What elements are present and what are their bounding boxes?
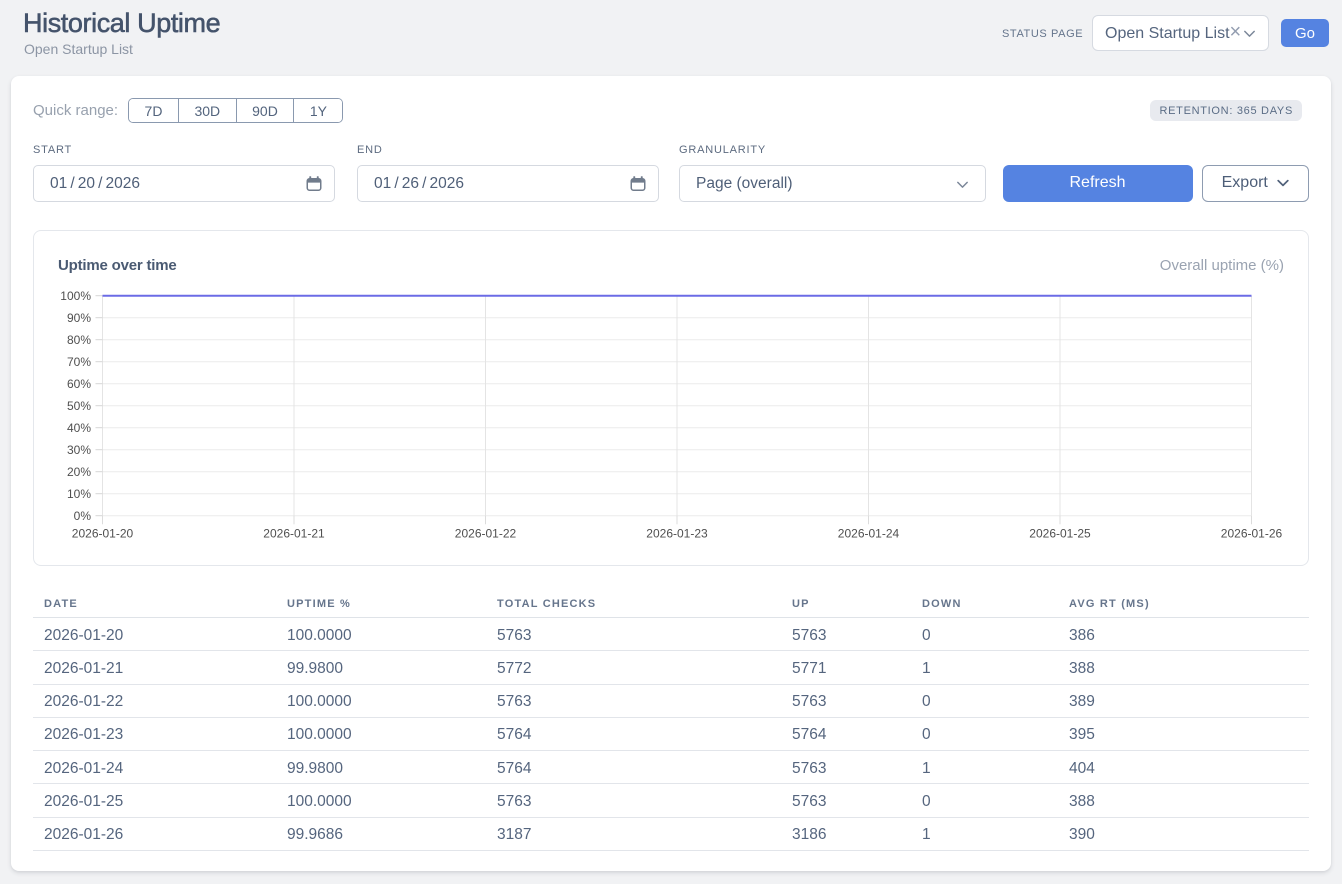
svg-text:60%: 60%	[67, 377, 91, 391]
svg-text:100%: 100%	[60, 289, 91, 303]
svg-text:20%: 20%	[67, 465, 91, 479]
svg-text:0%: 0%	[74, 509, 92, 523]
svg-text:2026-01-20: 2026-01-20	[72, 527, 134, 541]
svg-text:70%: 70%	[67, 355, 91, 369]
svg-text:2026-01-24: 2026-01-24	[838, 527, 900, 541]
svg-text:2026-01-23: 2026-01-23	[646, 527, 708, 541]
svg-text:2026-01-21: 2026-01-21	[263, 527, 325, 541]
svg-text:40%: 40%	[67, 421, 91, 435]
svg-text:2026-01-26: 2026-01-26	[1221, 527, 1283, 541]
svg-text:2026-01-22: 2026-01-22	[455, 527, 517, 541]
svg-text:80%: 80%	[67, 333, 91, 347]
svg-text:90%: 90%	[67, 311, 91, 325]
svg-text:10%: 10%	[67, 487, 91, 501]
svg-text:50%: 50%	[67, 399, 91, 413]
svg-text:30%: 30%	[67, 443, 91, 457]
svg-text:2026-01-25: 2026-01-25	[1029, 527, 1091, 541]
